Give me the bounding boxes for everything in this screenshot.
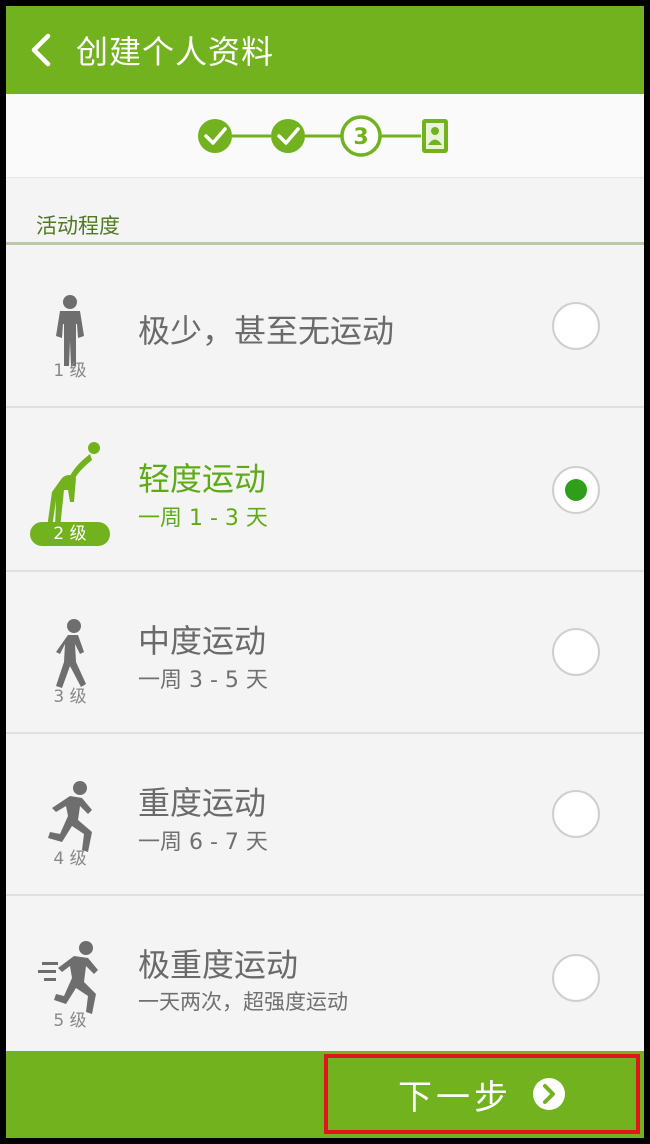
level-title: 重度运动 (138, 784, 267, 822)
walking-person-icon (30, 592, 110, 692)
level-badge: 5 级 (53, 1011, 87, 1031)
activity-level-row[interactable]: 3 级 中度运动 一周 3 - 5 天 (6, 572, 644, 734)
level-badge: 4 级 (53, 849, 87, 869)
app-bar: 创建个人资料 (6, 6, 644, 94)
level-subtitle: 一周 1 - 3 天 (138, 506, 268, 531)
step-4-profile-icon (422, 119, 448, 153)
activity-level-row[interactable]: 4 级 重度运动 一周 6 - 7 天 (6, 734, 644, 896)
bottom-bar: 下一步 (6, 1051, 644, 1138)
level-radio-selected[interactable] (552, 466, 600, 514)
level-subtitle: 一天两次，超强度运动 (138, 990, 348, 1014)
section-divider (6, 242, 644, 245)
chevron-right-circle-icon (532, 1077, 566, 1111)
level-subtitle: 一周 6 - 7 天 (138, 830, 268, 855)
level-title: 极重度运动 (138, 946, 299, 984)
level-subtitle: 一周 3 - 5 天 (138, 668, 268, 693)
app-screen: 创建个人资料 3 活动程度 1 级 极少，甚至无运动 2 级 轻度运动 一周 1… (6, 6, 644, 1138)
level-badge: 3 级 (53, 687, 87, 707)
page-title: 创建个人资料 (76, 33, 275, 71)
level-radio[interactable] (552, 628, 600, 676)
section-heading: 活动程度 (36, 214, 120, 238)
stretching-person-icon (30, 430, 110, 530)
running-person-icon (30, 754, 110, 854)
sprinting-person-icon (30, 916, 110, 1016)
level-title: 中度运动 (138, 622, 267, 660)
step-1-check-icon (198, 119, 232, 153)
level-title: 极少，甚至无运动 (138, 312, 395, 350)
level-radio[interactable] (552, 790, 600, 838)
level-title: 轻度运动 (138, 460, 267, 498)
level-badge: 2 级 (30, 522, 110, 546)
back-arrow-icon[interactable] (22, 30, 62, 70)
step-3-current: 3 (340, 115, 382, 157)
standing-person-icon (30, 266, 110, 366)
level-radio[interactable] (552, 954, 600, 1002)
next-button-label: 下一步 (398, 1077, 512, 1118)
activity-level-row[interactable]: 2 级 轻度运动 一周 1 - 3 天 (6, 410, 644, 572)
activity-level-row[interactable]: 1 级 极少，甚至无运动 (6, 246, 644, 408)
progress-stepper: 3 (6, 94, 644, 178)
activity-level-row[interactable]: 5 级 极重度运动 一天两次，超强度运动 (6, 896, 644, 1051)
level-radio[interactable] (552, 302, 600, 350)
step-3-label: 3 (353, 125, 368, 150)
step-2-check-icon (271, 119, 305, 153)
next-button[interactable]: 下一步 (324, 1054, 640, 1134)
level-badge: 1 级 (53, 361, 87, 381)
